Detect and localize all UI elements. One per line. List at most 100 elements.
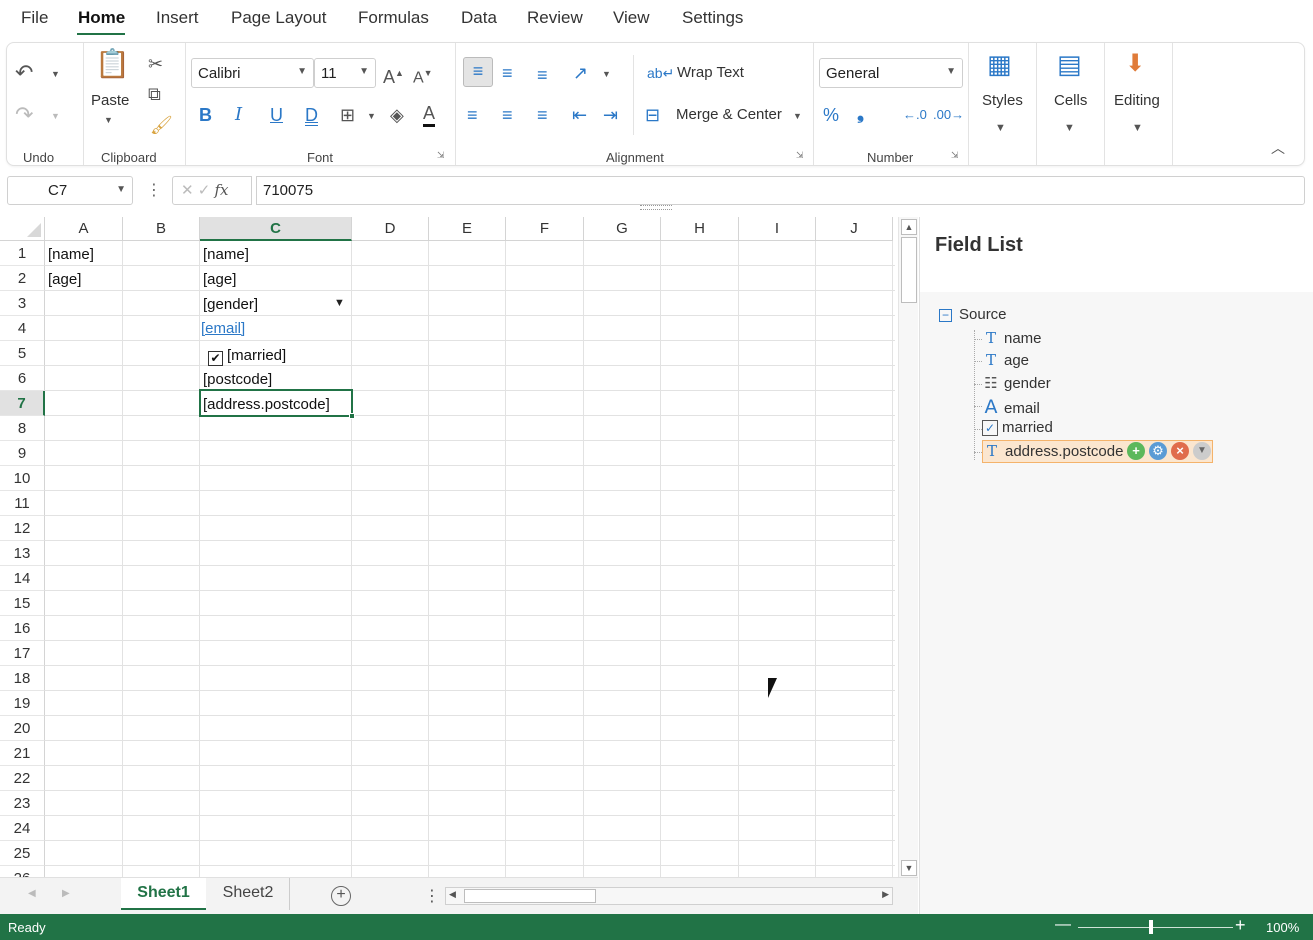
redo-icon[interactable]: ↷ [15,104,33,126]
styles-button[interactable]: Styles [982,92,1023,109]
editing-icon[interactable]: ⬇ [1125,52,1145,76]
row-header-10[interactable]: 10 [0,466,45,491]
orientation-icon[interactable]: ↗ [573,62,588,84]
menu-formulas[interactable]: Formulas [358,8,429,28]
double-underline-button[interactable]: D [305,104,318,126]
column-header-C[interactable]: C [200,217,352,241]
redo-dropdown-icon[interactable]: ▼ [51,111,60,121]
fill-color-icon[interactable]: ◈ [390,104,404,126]
align-top-icon[interactable]: ≡ [463,57,493,87]
decrease-indent-icon[interactable]: ⇤ [572,104,587,126]
column-header-D[interactable]: D [352,217,429,241]
tab-options-icon[interactable]: ⋮ [424,886,440,906]
cells-icon[interactable]: ▤ [1057,51,1082,77]
paste-dropdown-icon[interactable]: ▼ [104,115,113,125]
cell-A2[interactable]: [age] [45,271,81,288]
cell-C3[interactable]: [gender] [200,296,258,313]
next-sheet-icon[interactable]: ▶ [62,888,70,899]
column-header-B[interactable]: B [123,217,200,241]
row-header-8[interactable]: 8 [0,416,45,441]
increase-font-icon[interactable]: A▲ [383,62,404,88]
orientation-dropdown-icon[interactable]: ▼ [602,69,611,79]
cell-C2[interactable]: [age] [200,271,236,288]
checkbox-icon[interactable]: ✔ [208,351,223,366]
format-painter-icon[interactable]: 🖌 [150,114,173,136]
number-dialog-launcher-icon[interactable]: ⇲ [951,150,959,161]
wrap-text-button[interactable]: Wrap Text [677,64,744,81]
increase-indent-icon[interactable]: ⇥ [603,104,618,126]
cell-C4[interactable]: [email] [198,320,245,337]
zoom-in-icon[interactable]: + [1235,915,1246,936]
field-item-selected[interactable]: Taddress.postcode + ⚙ × ▼ [982,440,1213,463]
row-header-24[interactable]: 24 [0,816,45,841]
row-header-2[interactable]: 2 [0,266,45,291]
increase-decimal-icon[interactable]: ←.0 [903,104,927,126]
menu-data[interactable]: Data [461,8,497,28]
row-header-5[interactable]: 5 [0,341,45,366]
styles-dropdown-icon[interactable]: ▼ [995,122,1006,134]
row-header-19[interactable]: 19 [0,691,45,716]
decrease-decimal-icon[interactable]: .00→ [933,104,964,126]
wrap-text-icon[interactable]: ab↵ [647,62,674,84]
cut-icon[interactable]: ✂ [148,53,163,75]
confirm-icon[interactable]: ✓ [198,182,211,199]
add-sheet-icon[interactable]: + [331,886,351,906]
comma-style-button[interactable]: ❟ [857,102,864,124]
row-header-14[interactable]: 14 [0,566,45,591]
copy-icon[interactable]: ⧉ [148,83,161,105]
chevron-down-icon[interactable]: ▼ [1193,442,1211,460]
field-item[interactable]: Taddress.postcode [983,442,1123,460]
row-header-7[interactable]: 7 [0,391,45,416]
percent-button[interactable]: % [823,104,839,126]
align-right-icon[interactable]: ≡ [537,104,548,126]
alignment-dialog-launcher-icon[interactable]: ⇲ [796,150,804,161]
row-header-17[interactable]: 17 [0,641,45,666]
cells-dropdown-icon[interactable]: ▼ [1064,122,1075,134]
field-item[interactable]: ✓ married [982,419,1053,436]
scroll-down-icon[interactable]: ▼ [901,860,917,876]
field-item[interactable]: ☷ gender [982,374,1050,392]
fill-handle[interactable] [349,413,355,419]
cancel-icon[interactable]: ✕ [181,182,194,199]
menu-insert[interactable]: Insert [156,8,199,28]
cell-A1[interactable]: [name] [45,246,94,263]
scroll-up-icon[interactable]: ▲ [901,219,917,235]
row-header-13[interactable]: 13 [0,541,45,566]
field-item[interactable]: Tage [982,351,1029,369]
column-header-H[interactable]: H [661,217,739,241]
tab-sheet1[interactable]: Sheet1 [121,878,206,910]
tree-root-source[interactable]: Source [959,306,1007,323]
paste-button[interactable]: Paste [91,92,129,109]
prev-sheet-icon[interactable]: ◀ [28,888,36,899]
row-header-9[interactable]: 9 [0,441,45,466]
column-header-G[interactable]: G [584,217,661,241]
editing-dropdown-icon[interactable]: ▼ [1132,122,1143,134]
row-header-21[interactable]: 21 [0,741,45,766]
horizontal-scroll-thumb[interactable] [464,889,596,903]
column-header-F[interactable]: F [506,217,584,241]
cells-button[interactable]: Cells [1054,92,1087,109]
field-item[interactable]: Tname [982,329,1042,347]
paste-icon[interactable]: 📋 [95,50,130,78]
borders-dropdown-icon[interactable]: ▼ [367,111,376,121]
select-all-corner[interactable] [0,217,45,241]
dropdown-icon[interactable]: ▼ [334,297,345,309]
horizontal-scrollbar[interactable]: ◀ ▶ [445,887,893,905]
column-header-A[interactable]: A [45,217,123,241]
row-header-15[interactable]: 15 [0,591,45,616]
insert-function-icon[interactable]: fx [215,181,229,199]
scroll-right-icon[interactable]: ▶ [882,889,889,900]
align-middle-icon[interactable]: ≡ [502,62,513,84]
menu-file[interactable]: File [21,8,48,28]
field-item[interactable]: Aemail [982,396,1040,418]
merge-center-button[interactable]: Merge & Center [676,106,782,123]
column-header-I[interactable]: I [739,217,816,241]
italic-button[interactable]: I [235,104,242,126]
row-header-25[interactable]: 25 [0,841,45,866]
row-header-22[interactable]: 22 [0,766,45,791]
bold-button[interactable]: B [199,104,212,126]
vertical-scrollbar[interactable]: ▲ ▼ [898,217,918,877]
row-header-6[interactable]: 6 [0,366,45,391]
undo-dropdown-icon[interactable]: ▼ [51,69,60,79]
name-box[interactable]: C7 ▼ [7,176,133,205]
